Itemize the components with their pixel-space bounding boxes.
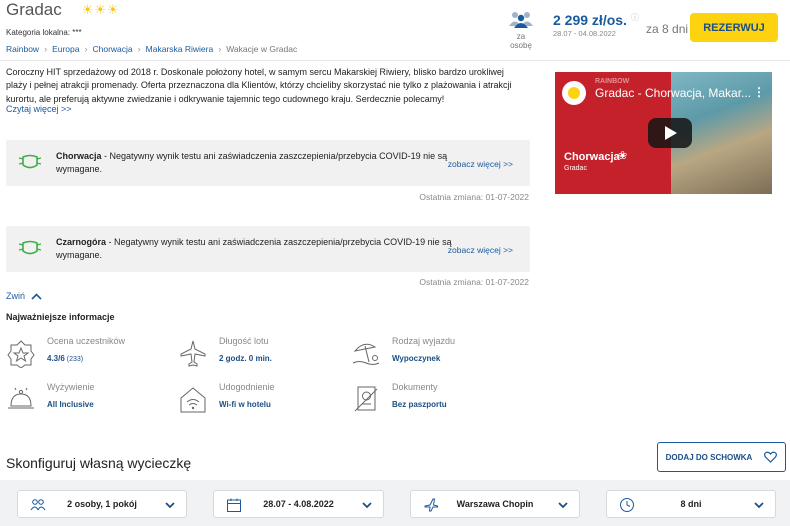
offer-dates: 28.07 - 04.08.2022 bbox=[553, 29, 616, 38]
info-item-rating: Ocena uczestników 4.3/6 (233) bbox=[6, 336, 156, 372]
duration-select-value: 8 dni bbox=[680, 499, 702, 509]
video-watermark: RAINBOW bbox=[595, 78, 630, 85]
reserve-button[interactable]: REZERWUJ bbox=[690, 13, 778, 42]
play-button[interactable] bbox=[648, 118, 692, 148]
breadcrumb-item-rainbow[interactable]: Rainbow bbox=[6, 44, 39, 54]
info-item-amenity: Udogodnienie Wi-fi w hotelu bbox=[178, 382, 328, 418]
persons-indicator: za osobę bbox=[505, 10, 537, 50]
last-change: Ostatnia zmiana: 01-07-2022 bbox=[419, 192, 529, 202]
info-item-documents: Dokumenty Bez paszportu bbox=[351, 382, 501, 418]
info-value: 2 godz. 0 min. bbox=[219, 354, 272, 363]
wifi-house-icon bbox=[180, 387, 206, 413]
duration-select[interactable]: 8 dni bbox=[606, 490, 776, 518]
beach-umbrella-icon bbox=[352, 343, 380, 365]
breadcrumb-current: Wakacje w Gradac bbox=[226, 44, 298, 54]
info-key: Ocena uczestników bbox=[47, 336, 126, 346]
rating-value: 4.3/6 bbox=[47, 354, 65, 363]
persons-select-value: 2 osoby, 1 pokój bbox=[67, 499, 137, 509]
info-value: 4.3/6 (233) bbox=[47, 354, 83, 363]
breadcrumb-item-makarska[interactable]: Makarska Riwiera bbox=[146, 44, 214, 54]
dates-select[interactable]: 28.07 - 4.08.2022 bbox=[213, 490, 384, 518]
info-key: Wyżywienie bbox=[47, 382, 95, 392]
persons-select[interactable]: 2 osoby, 1 pokój bbox=[17, 490, 187, 518]
read-more-link[interactable]: Czytaj więcej >> bbox=[6, 104, 72, 114]
covid-description: - Negatywny wynik testu ani zaświadczeni… bbox=[56, 151, 448, 174]
price-value: 2 299 zł/os. bbox=[553, 12, 627, 28]
info-value: Wypoczynek bbox=[392, 354, 441, 363]
info-value: Wi-fi w hotelu bbox=[219, 400, 271, 409]
breadcrumb: Rainbow › Europa › Chorwacja › Makarska … bbox=[6, 44, 297, 54]
covid-text: Chorwacja - Negatywny wynik testu ani za… bbox=[56, 150, 456, 176]
departure-select-value: Warszawa Chopin bbox=[456, 499, 534, 509]
passport-icon bbox=[354, 386, 378, 412]
info-icon[interactable]: ⓘ bbox=[631, 13, 639, 22]
configure-title: Skonfiguruj własną wycieczkę bbox=[6, 455, 192, 471]
chevron-down-icon bbox=[754, 502, 764, 509]
video-title[interactable]: Gradac - Chorwacja, Makar... bbox=[595, 86, 751, 100]
video-country: Chorwacja bbox=[564, 151, 620, 163]
chevron-right-icon: › bbox=[218, 44, 222, 54]
covid-text: Czarnogóra - Negatywny wynik testu ani z… bbox=[56, 236, 456, 262]
chevron-up-icon bbox=[31, 292, 42, 300]
star-badge-icon bbox=[7, 340, 35, 368]
departure-select[interactable]: Warszawa Chopin bbox=[410, 490, 580, 518]
rating-count: (233) bbox=[64, 356, 84, 363]
chevron-right-icon: › bbox=[44, 44, 48, 54]
more-vertical-icon[interactable]: ⋮ bbox=[753, 85, 765, 99]
clipboard-label: DODAJ DO SCHOWKA bbox=[665, 452, 753, 462]
hotel-description: Coroczny HIT sprzedażowy od 2018 r. Dosk… bbox=[6, 67, 512, 104]
last-change: Ostatnia zmiana: 01-07-2022 bbox=[419, 277, 529, 287]
channel-logo[interactable] bbox=[562, 81, 586, 105]
chevron-right-icon: › bbox=[137, 44, 141, 54]
covid-description: - Negatywny wynik testu ani zaświadczeni… bbox=[56, 237, 452, 260]
add-to-clipboard-button[interactable]: DODAJ DO SCHOWKA bbox=[657, 442, 786, 472]
info-key: Udogodnienie bbox=[219, 382, 275, 392]
chevron-down-icon bbox=[362, 502, 372, 509]
info-item-flight: Długość lotu 2 godz. 0 min. bbox=[178, 336, 328, 372]
info-key: Długość lotu bbox=[219, 336, 269, 346]
shell-icon: ❀ bbox=[618, 150, 628, 162]
face-mask-icon bbox=[18, 240, 42, 255]
video-player[interactable]: RAINBOW Gradac - Chorwacja, Makar... ⋮ C… bbox=[555, 72, 772, 194]
header-divider bbox=[0, 60, 790, 61]
covid-info-box: Chorwacja - Negatywny wynik testu ani za… bbox=[6, 140, 530, 186]
dates-select-value: 28.07 - 4.08.2022 bbox=[263, 499, 334, 509]
covid-info-box: Czarnogóra - Negatywny wynik testu ani z… bbox=[6, 226, 530, 272]
info-value: All Inclusive bbox=[47, 400, 94, 409]
covid-country: Chorwacja bbox=[56, 151, 102, 161]
breadcrumb-item-europa[interactable]: Europa bbox=[52, 44, 79, 54]
info-key: Dokumenty bbox=[392, 382, 438, 392]
hotel-header: Gradac ☀☀☀ bbox=[6, 0, 120, 20]
plane-icon bbox=[180, 340, 206, 367]
covid-country: Czarnogóra bbox=[56, 237, 107, 247]
breadcrumb-item-chorwacja[interactable]: Chorwacja bbox=[93, 44, 133, 54]
persons-label: za osobę bbox=[510, 32, 532, 50]
collapse-label: Zwiń bbox=[6, 291, 26, 301]
info-item-board: Wyżywienie All Inclusive bbox=[6, 382, 156, 418]
see-more-link[interactable]: zobacz więcej >> bbox=[448, 245, 513, 255]
people-icon bbox=[509, 12, 533, 28]
face-mask-icon bbox=[18, 154, 42, 169]
star-rating: ☀☀☀ bbox=[81, 2, 120, 17]
chevron-down-icon bbox=[165, 502, 175, 509]
collapse-toggle[interactable]: Zwiń bbox=[6, 291, 42, 301]
offer-duration: za 8 dni bbox=[646, 22, 689, 36]
heart-icon bbox=[764, 451, 778, 463]
price-box: 2 299 zł/os. ⓘ 28.07 - 04.08.2022 bbox=[553, 12, 639, 38]
see-more-link[interactable]: zobacz więcej >> bbox=[448, 159, 513, 169]
chevron-down-icon bbox=[558, 502, 568, 509]
info-value: Bez paszportu bbox=[392, 400, 447, 409]
cloche-icon bbox=[8, 387, 34, 409]
info-key: Rodzaj wyjazdu bbox=[392, 336, 456, 346]
info-item-trip-type: Rodzaj wyjazdu Wypoczynek bbox=[351, 336, 501, 372]
hotel-name: Gradac bbox=[6, 0, 62, 19]
local-category: Kategoria lokalna: *** bbox=[6, 28, 82, 37]
chevron-right-icon: › bbox=[84, 44, 88, 54]
key-info-title: Najważniejsze informacje bbox=[6, 312, 115, 322]
video-city: Gradac bbox=[564, 165, 587, 172]
